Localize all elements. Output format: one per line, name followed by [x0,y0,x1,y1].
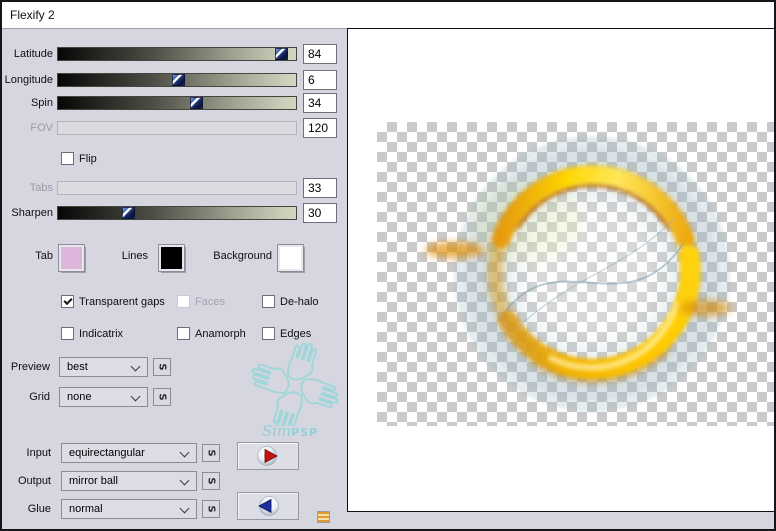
random-icon: S [206,505,216,512]
random-icon: S [206,477,216,484]
glue-random-button[interactable]: S [202,500,220,518]
random-icon: S [206,449,216,456]
simpsp-watermark-text: SimPSP [245,422,335,441]
transparent-gaps-label: Transparent gaps [79,296,165,308]
slider-thumb[interactable] [172,74,185,86]
grid-value: none [67,388,91,406]
longitude-slider[interactable] [57,73,297,87]
transparency-checkerboard[interactable] [377,122,774,426]
latitude-label: Latitude [2,47,53,61]
window-title: Flexify 2 [10,8,55,22]
longitude-label: Longitude [2,73,53,87]
fov-slider [57,121,297,135]
input-random-button[interactable]: S [202,444,220,462]
grid-select[interactable]: none [59,387,148,407]
simpsp-hands-logo [245,340,345,426]
glue-select[interactable]: normal [61,499,197,519]
grid-random-button[interactable]: S [153,388,171,406]
chevron-down-icon [180,476,190,486]
tabs-slider [57,181,297,195]
flexify-window: Flexify 2 Latitude 84 Longitude 6 Spin 3… [0,0,776,531]
checkbox-box [61,152,74,165]
latitude-slider[interactable] [57,47,297,61]
latitude-value[interactable]: 84 [303,44,337,64]
input-select[interactable]: equirectangular [61,443,197,463]
background-color-swatch[interactable] [278,245,303,271]
tab-color-swatch[interactable] [59,245,84,271]
cancel-button[interactable] [237,492,299,520]
random-icon: S [157,393,167,400]
chevron-down-icon [180,504,190,514]
chevron-down-icon [131,362,141,372]
spin-label: Spin [2,96,53,110]
sharpen-label: Sharpen [2,206,53,220]
glue-value: normal [69,500,103,518]
preview-random-button[interactable]: S [153,358,171,376]
tab-swatch-label: Tab [2,244,53,268]
slider-thumb[interactable] [190,97,203,109]
edges-label: Edges [280,328,311,340]
preview-panel [347,28,774,512]
checkbox-box [262,327,275,340]
fov-label: FOV [2,121,53,135]
preview-label: Preview [2,357,50,377]
rendered-image [377,122,774,426]
indicatrix-label: Indicatrix [79,328,123,340]
anamorph-label: Anamorph [195,328,246,340]
output-label: Output [2,471,51,491]
output-random-button[interactable]: S [202,472,220,490]
sharpen-value[interactable]: 30 [303,203,337,223]
lines-swatch-label: Lines [97,244,148,268]
checkbox-box [177,327,190,340]
checkbox-box [61,327,74,340]
longitude-value[interactable]: 6 [303,70,337,90]
sharpen-slider[interactable] [57,206,297,220]
preview-value: best [67,358,88,376]
glue-label: Glue [2,499,51,519]
output-value: mirror ball [69,472,118,490]
checkbox-box [262,295,275,308]
cd-red-arrow-icon [255,445,281,467]
tabs-value[interactable]: 33 [303,178,337,198]
fov-value[interactable]: 120 [303,118,337,138]
checkbox-box [61,295,74,308]
random-icon: S [157,363,167,370]
lines-color-swatch[interactable] [159,245,184,271]
chevron-down-icon [131,392,141,402]
flip-label: Flip [79,153,97,165]
title-bar[interactable]: Flexify 2 [2,2,774,29]
tabs-label: Tabs [2,181,53,195]
input-label: Input [2,443,51,463]
preview-select[interactable]: best [59,357,148,377]
output-select[interactable]: mirror ball [61,471,197,491]
slider-thumb[interactable] [275,48,288,60]
background-swatch-label: Background [192,244,272,268]
grid-label: Grid [2,387,50,407]
faces-label: Faces [195,296,225,308]
input-value: equirectangular [69,444,145,462]
spin-slider[interactable] [57,96,297,110]
chevron-down-icon [180,448,190,458]
spin-value[interactable]: 34 [303,93,337,113]
watermark-block-text: PSP [291,426,318,439]
ok-button[interactable] [237,442,299,470]
watermark-script-text: Sim [262,422,291,440]
easter-egg-icon[interactable] [317,511,330,523]
checkbox-box [177,295,190,308]
de-halo-label: De-halo [280,296,319,308]
cd-blue-arrow-icon [255,495,281,517]
slider-thumb[interactable] [122,207,135,219]
